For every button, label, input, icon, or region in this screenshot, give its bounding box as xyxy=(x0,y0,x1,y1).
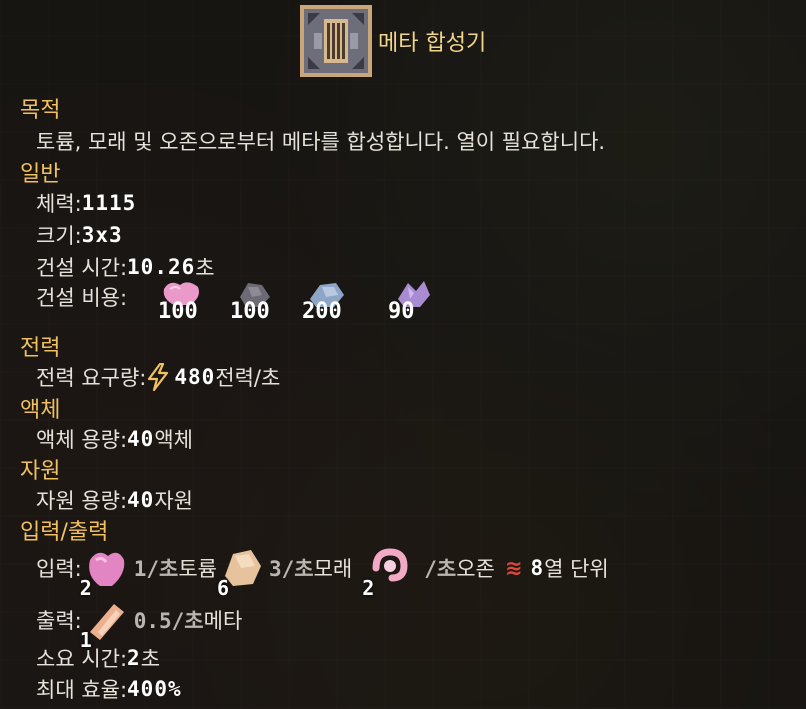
build-time-unit: 초 xyxy=(195,256,215,280)
fluid-value: 40 xyxy=(127,427,155,451)
input-line: 입력: 2 1/초 토륨 6 3/초 모래 2 /초 오존 ≋ 8 열 단위 xyxy=(36,546,609,600)
section-general: 일반 xyxy=(20,162,61,187)
lightning-icon xyxy=(148,363,169,391)
max-efficiency-line: 최대 효율: 400% xyxy=(36,674,182,704)
cost-item: 100 xyxy=(230,279,296,327)
input-rate: 3/초 xyxy=(268,557,314,581)
size-line: 크기: 3x3 xyxy=(36,220,123,250)
health-value: 1115 xyxy=(81,191,137,215)
output-item: 1 xyxy=(80,598,128,652)
power-unit: 전력/초 xyxy=(215,366,281,390)
resource-value: 40 xyxy=(127,488,155,512)
health-label: 체력: xyxy=(36,192,82,216)
section-io: 입력/출력 xyxy=(20,520,109,545)
input-count: 6 xyxy=(216,576,230,600)
input-item: 6 xyxy=(217,546,263,600)
section-power: 전력 xyxy=(20,336,61,361)
resource-line: 자원 용량: 40 자원 xyxy=(36,485,193,515)
input-name: 토륨 xyxy=(178,557,217,581)
cost-item: 200 xyxy=(302,279,382,327)
input-count: 2 xyxy=(79,576,92,600)
cost-amount: 100 xyxy=(158,299,198,324)
build-cost-line: 건설 비용: xyxy=(36,282,127,312)
size-label: 크기: xyxy=(36,224,82,248)
health-line: 체력: 1115 xyxy=(36,188,136,218)
input-item: 2 xyxy=(362,546,410,600)
building-header: 메타 합성기 xyxy=(300,4,486,78)
max-efficiency-value: 400% xyxy=(127,677,182,701)
craft-time-value: 2 xyxy=(127,646,141,670)
power-value: 480 xyxy=(174,365,216,389)
input-label: 입력: xyxy=(36,557,82,581)
section-purpose: 목적 xyxy=(20,98,61,123)
fluid-label: 액체 용량: xyxy=(36,428,128,452)
input-rate: /초 xyxy=(424,557,457,581)
purpose-text: 토륨, 모래 및 오존으로부터 메타를 합성합니다. 열이 필요합니다. xyxy=(36,130,606,154)
build-cost-list: 100 100 200 90 xyxy=(158,279,454,327)
craft-time-label: 소요 시간: xyxy=(36,647,128,671)
build-time-line: 건설 시간: 10.26 초 xyxy=(36,252,215,282)
input-count: 2 xyxy=(362,576,375,600)
cost-amount: 100 xyxy=(230,299,270,324)
output-name: 메타 xyxy=(203,609,243,633)
output-label: 출력: xyxy=(36,609,82,633)
cost-amount: 90 xyxy=(388,299,415,324)
fluid-unit: 액체 xyxy=(154,428,193,452)
power-line: 전력 요구량: 480 전력/초 xyxy=(36,362,280,392)
cost-item: 90 xyxy=(388,279,454,327)
craft-time-unit: 초 xyxy=(140,647,161,671)
input-name: 모래 xyxy=(313,557,353,581)
build-time-value: 10.26 xyxy=(127,255,196,279)
power-label: 전력 요구량: xyxy=(36,366,147,390)
output-rate: 0.5/초 xyxy=(133,609,204,633)
input-rate: 1/초 xyxy=(133,557,179,581)
craft-time-line: 소요 시간: 2 초 xyxy=(36,643,160,673)
cost-amount: 200 xyxy=(302,299,342,324)
build-cost-label: 건설 비용: xyxy=(36,286,128,310)
fluid-line: 액체 용량: 40 액체 xyxy=(36,424,193,454)
input-item: 2 xyxy=(80,546,128,600)
cost-item: 100 xyxy=(158,279,224,327)
max-efficiency-label: 최대 효율: xyxy=(36,678,128,702)
meta-synthesizer-icon xyxy=(300,5,372,77)
heat-icon: ≋ xyxy=(504,556,523,580)
input-name: 오존 xyxy=(456,557,495,581)
section-fluid: 액체 xyxy=(20,398,61,423)
resource-label: 자원 용량: xyxy=(36,489,128,513)
heat-unit: 열 단위 xyxy=(544,557,609,581)
size-value: 3x3 xyxy=(81,223,123,247)
resource-unit: 자원 xyxy=(154,489,193,513)
section-resource: 자원 xyxy=(20,459,61,484)
build-time-label: 건설 시간: xyxy=(36,256,128,280)
building-title: 메타 합성기 xyxy=(378,31,487,56)
heat-value: 8 xyxy=(530,556,545,580)
output-line: 출력: 1 0.5/초 메타 xyxy=(36,598,243,652)
